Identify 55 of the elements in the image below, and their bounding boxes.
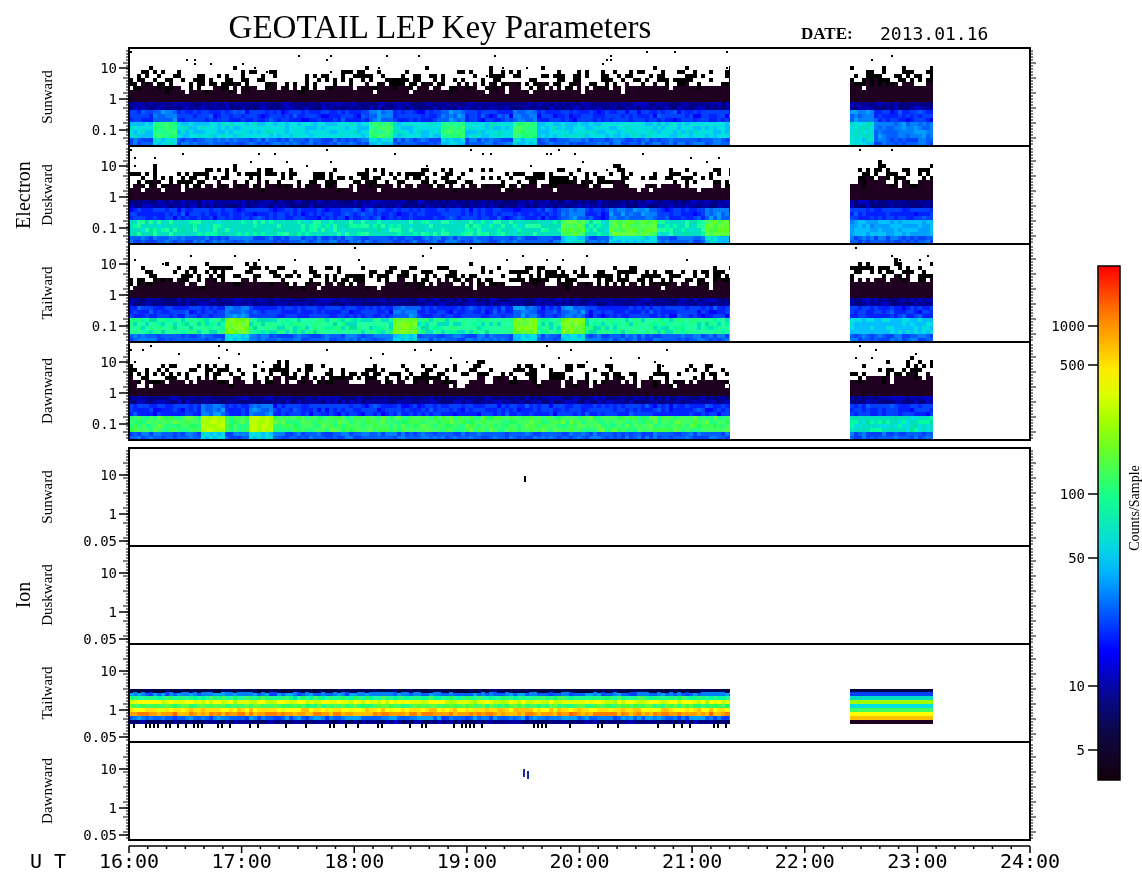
panel-label: Sunward (39, 470, 55, 524)
x-tick-label: 23:00 (887, 849, 948, 873)
x-tick-label: 22:00 (774, 849, 835, 873)
y-tick-label: 0.1 (91, 416, 117, 432)
x-tick-label: 24:00 (999, 849, 1061, 873)
x-tick-label: 19:00 (436, 849, 497, 873)
colorbar-tick-label: 1000 (1051, 318, 1085, 334)
group-label: Electron (12, 161, 34, 229)
date-label: DATE: (801, 24, 853, 43)
date-value: 2013.01.16 (880, 23, 989, 44)
colorbar-label: Counts/Sample (1127, 465, 1142, 551)
y-tick-label: 1 (108, 385, 117, 401)
chart-title: GEOTAIL LEP Key Parameters (228, 9, 652, 45)
panel-label: Dawnward (39, 358, 55, 424)
y-tick-label: 1 (108, 604, 117, 620)
group-label: Ion (12, 581, 34, 609)
y-tick-label: 0.05 (83, 631, 117, 647)
y-tick-label: 0.1 (91, 122, 117, 138)
colorbar-tick-label: 100 (1059, 486, 1085, 502)
x-tick-label: 18:00 (324, 849, 385, 873)
y-tick-label: 0.05 (83, 533, 117, 549)
x-tick-label: 16:00 (98, 849, 160, 873)
y-tick-label: 1 (108, 506, 117, 522)
colorbar-tick-label: 50 (1068, 550, 1085, 566)
panel-label: Dawnward (39, 758, 55, 824)
y-tick-label: 1 (108, 287, 117, 303)
panel-label: Sunward (39, 70, 55, 124)
x-tick-label: 20:00 (549, 849, 610, 873)
y-tick-label: 0.1 (91, 220, 117, 236)
spectrogram-drawing (523, 769, 529, 779)
colorbar-tick-label: 5 (1076, 742, 1085, 758)
y-tick-label: 10 (100, 60, 117, 76)
panel-label: Tailward (39, 266, 55, 320)
y-tick-label: 1 (108, 702, 117, 718)
y-tick-label: 10 (100, 256, 117, 272)
y-tick-label: 10 (100, 663, 117, 679)
y-tick-label: 1 (108, 800, 117, 816)
colorbar-tick-label: 10 (1068, 678, 1085, 694)
y-tick-label: 10 (100, 565, 117, 581)
x-tick-label: 17:00 (211, 849, 272, 873)
y-tick-label: 10 (100, 467, 117, 483)
colorbar-tick-label: 500 (1059, 357, 1085, 373)
y-tick-label: 1 (108, 91, 117, 107)
x-axis-label: U T (30, 849, 67, 873)
y-tick-label: 10 (100, 158, 117, 174)
panel-label: Tailward (39, 666, 55, 720)
panel-label: Duskward (39, 164, 55, 226)
y-tick-label: 10 (100, 354, 117, 370)
y-tick-label: 0.05 (83, 827, 117, 843)
panel-label: Duskward (39, 564, 55, 626)
y-tick-label: 1 (108, 189, 117, 205)
y-tick-label: 10 (100, 761, 117, 777)
x-tick-label: 21:00 (662, 849, 723, 873)
y-tick-label: 0.1 (91, 318, 117, 334)
y-tick-label: 0.05 (83, 729, 117, 745)
